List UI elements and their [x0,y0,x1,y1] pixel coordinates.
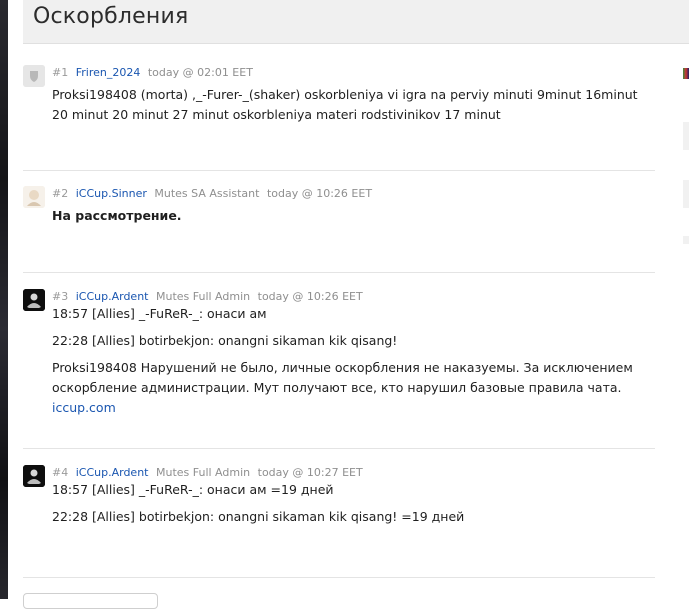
post-meta: #3 iCCup.Ardent Mutes Full Admin today @… [52,290,363,303]
post-divider [23,577,655,578]
sidebar-block [683,122,689,150]
page-title: Оскорбления [33,4,189,29]
post-divider [23,272,655,273]
post-body: 18:57 [Allies] _-FuReR-_: онаси ам =19 д… [52,480,652,534]
user-avatar-icon [23,465,45,487]
user-avatar-icon [23,186,45,208]
post-time: today @ 10:26 EET [266,187,373,200]
post-number[interactable]: #3 [52,290,68,303]
post-body: 18:57 [Allies] _-FuReR-_: онаси ам 22:28… [52,304,652,425]
post-body: Proksi198408 (morta) ,_-Furer-_(shaker) … [52,85,652,132]
page-header: Оскорбления [23,0,689,44]
post-text: Proksi198408 Нарушений не было, личные о… [52,358,652,418]
sidebar-block [683,180,689,208]
post-divider [23,170,655,171]
post-text: 18:57 [Allies] _-FuReR-_: онаси ам [52,306,267,321]
post: #4 iCCup.Ardent Mutes Full Admin today @… [23,465,655,578]
post-author[interactable]: iCCup.Ardent [76,290,149,303]
post-time: today @ 02:01 EET [147,66,253,79]
post-text: Proksi198408 (morta) ,_-Furer-_(shaker) … [52,87,638,122]
post-meta: #1 Friren_2024 today @ 02:01 EET [52,66,253,79]
background-edge-left [0,0,8,599]
post: #1 Friren_2024 today @ 02:01 EET Proksi1… [23,65,655,171]
post: #2 iCCup.Sinner Mutes SA Assistant today… [23,186,655,273]
post-meta: #4 iCCup.Ardent Mutes Full Admin today @… [52,466,363,479]
post-author[interactable]: Friren_2024 [76,66,141,79]
post-text: 18:57 [Allies] _-FuReR-_: онаси ам =19 д… [52,482,334,497]
post-author-role: Mutes SA Assistant [154,187,260,200]
post-time: today @ 10:26 EET [257,290,363,303]
right-sidebar-edge [683,60,689,260]
sidebar-block [683,236,689,244]
post-number[interactable]: #2 [52,187,68,200]
post-divider [23,448,655,449]
post-time: today @ 10:27 EET [257,466,363,479]
post-link[interactable]: iccup.com [52,400,116,415]
reply-button[interactable] [23,593,158,609]
post-author-role: Mutes Full Admin [155,290,251,303]
post-author[interactable]: iCCup.Sinner [76,187,147,200]
post-author-role: Mutes Full Admin [155,466,251,479]
flag-icon [683,68,689,79]
post-text-main: Proksi198408 Нарушений не было, личные о… [52,360,633,395]
post-number[interactable]: #1 [52,66,68,79]
post-meta: #2 iCCup.Sinner Mutes SA Assistant today… [52,187,372,200]
post-number[interactable]: #4 [52,466,68,479]
post: #3 iCCup.Ardent Mutes Full Admin today @… [23,289,655,449]
post-author[interactable]: iCCup.Ardent [76,466,149,479]
shield-icon [23,65,45,87]
avatar[interactable] [23,289,45,311]
post-text: На рассмотрение. [52,208,182,223]
post-text: 22:28 [Allies] botirbekjon: onangni sika… [52,509,465,524]
avatar[interactable] [23,465,45,487]
post-text: 22:28 [Allies] botirbekjon: onangni sika… [52,333,398,348]
user-avatar-icon [23,289,45,311]
post-body: На рассмотрение. [52,206,652,233]
avatar[interactable] [23,65,45,87]
avatar[interactable] [23,186,45,208]
